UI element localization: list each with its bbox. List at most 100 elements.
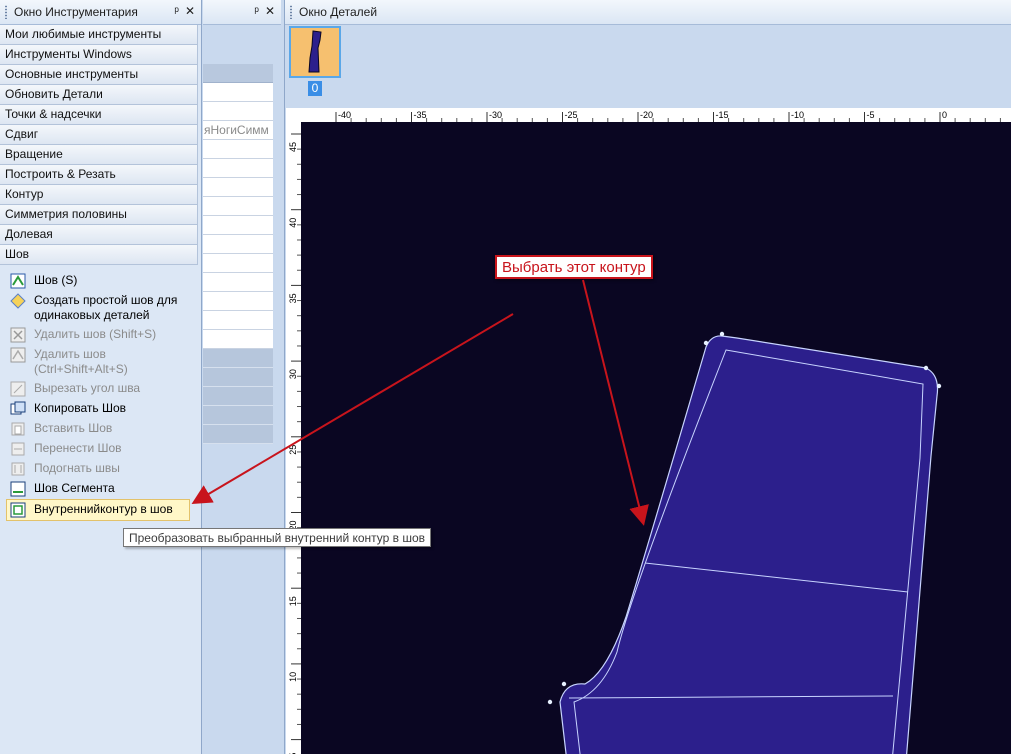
piece-thumbnail[interactable] bbox=[289, 26, 341, 78]
ruler-label: 35 bbox=[288, 293, 298, 303]
tool-list: Шов (S) Создать простой шов для одинаковы… bbox=[0, 265, 201, 521]
piece-list-header bbox=[203, 64, 273, 83]
grip-icon[interactable] bbox=[4, 5, 8, 19]
tool-label: Вырезать угол шва bbox=[34, 381, 141, 395]
tool-item[interactable]: Внутреннийконтур в шов bbox=[6, 499, 190, 521]
middle-panel: ᵖ ✕ яНогиСимм bbox=[203, 0, 281, 754]
tool-label: Вставить Шов bbox=[34, 421, 113, 435]
category-item[interactable]: Шов bbox=[0, 245, 198, 265]
point-marker bbox=[923, 365, 929, 371]
ruler-label: -20 bbox=[640, 110, 653, 120]
tool-label: Создать простой шов для одинаковых детал… bbox=[34, 293, 178, 322]
thumbnail-bar: 0 bbox=[285, 25, 1011, 103]
ruler-label: -40 bbox=[338, 110, 351, 120]
inner-contour-icon bbox=[10, 502, 26, 518]
ruler-label: -15 bbox=[716, 110, 729, 120]
close-icon[interactable]: ✕ bbox=[265, 4, 275, 18]
ruler-corner bbox=[286, 108, 301, 122]
tool-item[interactable]: Подогнать швы bbox=[0, 459, 192, 479]
list-item[interactable] bbox=[203, 83, 273, 102]
category-item[interactable]: Симметрия половины bbox=[0, 205, 198, 225]
point-marker bbox=[561, 681, 567, 687]
tool-label: Шов (S) bbox=[34, 273, 78, 287]
middle-titlebar: ᵖ ✕ bbox=[203, 0, 281, 25]
list-item[interactable] bbox=[203, 140, 273, 159]
close-icon[interactable]: ✕ bbox=[185, 4, 195, 18]
tool-item[interactable]: Копировать Шов bbox=[0, 399, 192, 419]
category-item[interactable]: Инструменты Windows bbox=[0, 45, 198, 65]
thumbnail-number: 0 bbox=[308, 81, 322, 96]
tool-item[interactable]: Вставить Шов bbox=[0, 419, 192, 439]
ruler-label: -35 bbox=[414, 110, 427, 120]
list-item[interactable] bbox=[203, 273, 273, 292]
piece-list: яНогиСимм bbox=[203, 64, 273, 444]
ruler-label: 40 bbox=[288, 218, 298, 228]
list-item[interactable] bbox=[203, 235, 273, 254]
category-item[interactable]: Построить & Резать bbox=[0, 165, 198, 185]
list-group-row[interactable] bbox=[203, 349, 273, 368]
category-item[interactable]: Контур bbox=[0, 185, 198, 205]
copy-seam-icon bbox=[10, 401, 26, 417]
toolbox-title: Окно Инструментария bbox=[14, 5, 138, 19]
list-item[interactable]: яНогиСимм bbox=[203, 121, 273, 140]
details-title: Окно Деталей bbox=[299, 5, 378, 19]
tool-item[interactable]: Создать простой шов для одинаковых детал… bbox=[0, 291, 192, 325]
list-group-row[interactable] bbox=[203, 406, 273, 425]
ruler-top: -40 -35 -30 -25 -20 -15 -10 -5 0 bbox=[301, 108, 1011, 122]
tool-item[interactable]: Шов (S) bbox=[0, 271, 192, 291]
list-item[interactable] bbox=[203, 216, 273, 235]
category-item[interactable]: Вращение bbox=[0, 145, 198, 165]
category-item[interactable]: Обновить Детали bbox=[0, 85, 198, 105]
delete-seam-icon bbox=[10, 327, 26, 343]
piece-thumbnail-icon bbox=[308, 30, 322, 73]
tool-label: Перенести Шов bbox=[34, 441, 122, 455]
tool-label: Подогнать швы bbox=[34, 461, 120, 475]
ruler-label: 0 bbox=[942, 110, 947, 120]
tool-item[interactable]: Вырезать угол шва bbox=[0, 379, 192, 399]
tool-item[interactable]: Шов Сегмента bbox=[0, 479, 192, 499]
list-item[interactable] bbox=[203, 178, 273, 197]
toolbox-panel: Окно Инструментария ᵖ ✕ Мои любимые инст… bbox=[0, 0, 202, 754]
pattern-piece bbox=[547, 331, 942, 754]
seam-icon bbox=[10, 273, 26, 289]
category-item[interactable]: Долевая bbox=[0, 225, 198, 245]
tool-label: Внутреннийконтур в шов bbox=[34, 502, 173, 516]
list-item[interactable] bbox=[203, 311, 273, 330]
point-marker bbox=[936, 383, 942, 389]
toolbox-titlebar: Окно Инструментария ᵖ ✕ bbox=[0, 0, 201, 25]
category-item[interactable]: Точки & надсечки bbox=[0, 105, 198, 125]
tool-item[interactable]: Удалить шов (Shift+S) bbox=[0, 325, 192, 345]
category-item[interactable]: Основные инструменты bbox=[0, 65, 198, 85]
point-marker bbox=[719, 331, 725, 337]
list-group-row[interactable] bbox=[203, 387, 273, 406]
tool-item[interactable]: Перенести Шов bbox=[0, 439, 192, 459]
paste-seam-icon bbox=[10, 421, 26, 437]
tool-label: Копировать Шов bbox=[34, 401, 126, 415]
point-marker bbox=[547, 699, 553, 705]
ruler-label: -25 bbox=[565, 110, 578, 120]
grip-icon[interactable] bbox=[289, 5, 293, 19]
pin-icon[interactable]: ᵖ bbox=[174, 4, 179, 18]
pattern-canvas[interactable] bbox=[301, 122, 1011, 754]
list-item[interactable] bbox=[203, 292, 273, 311]
list-group-row[interactable] bbox=[203, 368, 273, 387]
list-item[interactable] bbox=[203, 254, 273, 273]
list-item[interactable] bbox=[203, 197, 273, 216]
tooltip: Преобразовать выбранный внутренний конту… bbox=[123, 528, 432, 547]
list-item[interactable] bbox=[203, 330, 273, 349]
category-list: Мои любимые инструменты Инструменты Windo… bbox=[0, 25, 201, 265]
list-group-row[interactable] bbox=[203, 425, 273, 444]
list-item[interactable] bbox=[203, 159, 273, 178]
callout-label: Выбрать этот контур bbox=[495, 255, 653, 279]
fit-seams-icon bbox=[10, 461, 26, 477]
category-item[interactable]: Мои любимые инструменты bbox=[0, 25, 198, 45]
tool-label: Шов Сегмента bbox=[34, 481, 115, 495]
list-item[interactable] bbox=[203, 102, 273, 121]
pin-icon[interactable]: ᵖ bbox=[254, 4, 259, 18]
ruler-label: 25 bbox=[288, 445, 298, 455]
category-item[interactable]: Сдвиг bbox=[0, 125, 198, 145]
ruler-left: 45403530252015105 bbox=[286, 122, 301, 754]
cut-corner-icon bbox=[10, 381, 26, 397]
tool-item[interactable]: Удалить шов (Ctrl+Shift+Alt+S) bbox=[0, 345, 192, 379]
ruler-label: -5 bbox=[867, 110, 875, 120]
